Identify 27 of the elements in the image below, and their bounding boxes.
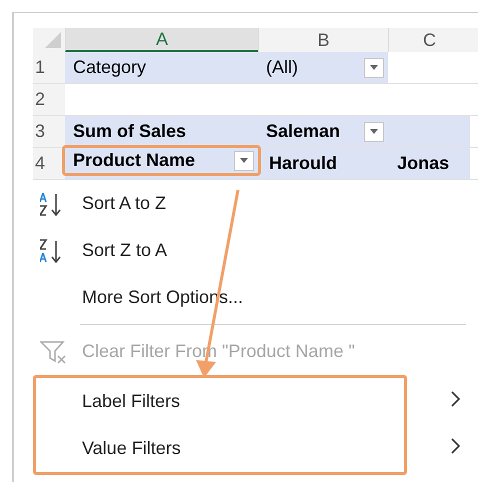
row-header[interactable]: 1	[33, 52, 65, 83]
dropdown-button[interactable]	[364, 58, 384, 78]
clear-filter-icon	[40, 340, 66, 364]
dropdown-button[interactable]	[234, 150, 254, 170]
menu-item[interactable]: Sort A to Z	[36, 180, 396, 227]
menu-item[interactable]: Sort Z to A	[36, 227, 396, 274]
table-cell-text: Saleman	[265, 120, 340, 143]
row-header[interactable]: 3	[33, 116, 65, 147]
caret-icon	[370, 129, 378, 134]
column-header[interactable]: C	[388, 28, 470, 52]
table-cell-text: Product Name	[72, 149, 196, 172]
table-cell-text: Harould	[268, 152, 338, 175]
sort-ascending-icon	[40, 192, 61, 216]
row-header[interactable]: 4	[33, 148, 65, 179]
dropdown-button[interactable]	[364, 122, 384, 142]
sort-descending-icon	[40, 238, 61, 262]
table-cell-text: Category	[72, 56, 146, 79]
menu-item[interactable]: Label Filters	[36, 378, 396, 425]
caret-icon	[240, 158, 248, 163]
table-cell-text: Jonas	[396, 152, 450, 175]
menu-item[interactable]: Value Filters	[36, 425, 396, 472]
column-header[interactable]: A	[65, 28, 258, 52]
table-cell-text: Sum of Sales	[72, 120, 186, 143]
row-header[interactable]: 2	[33, 84, 65, 115]
caret-icon	[370, 65, 378, 70]
select-all-corner-icon	[45, 32, 61, 48]
table-cell-text: (All)	[265, 56, 298, 79]
